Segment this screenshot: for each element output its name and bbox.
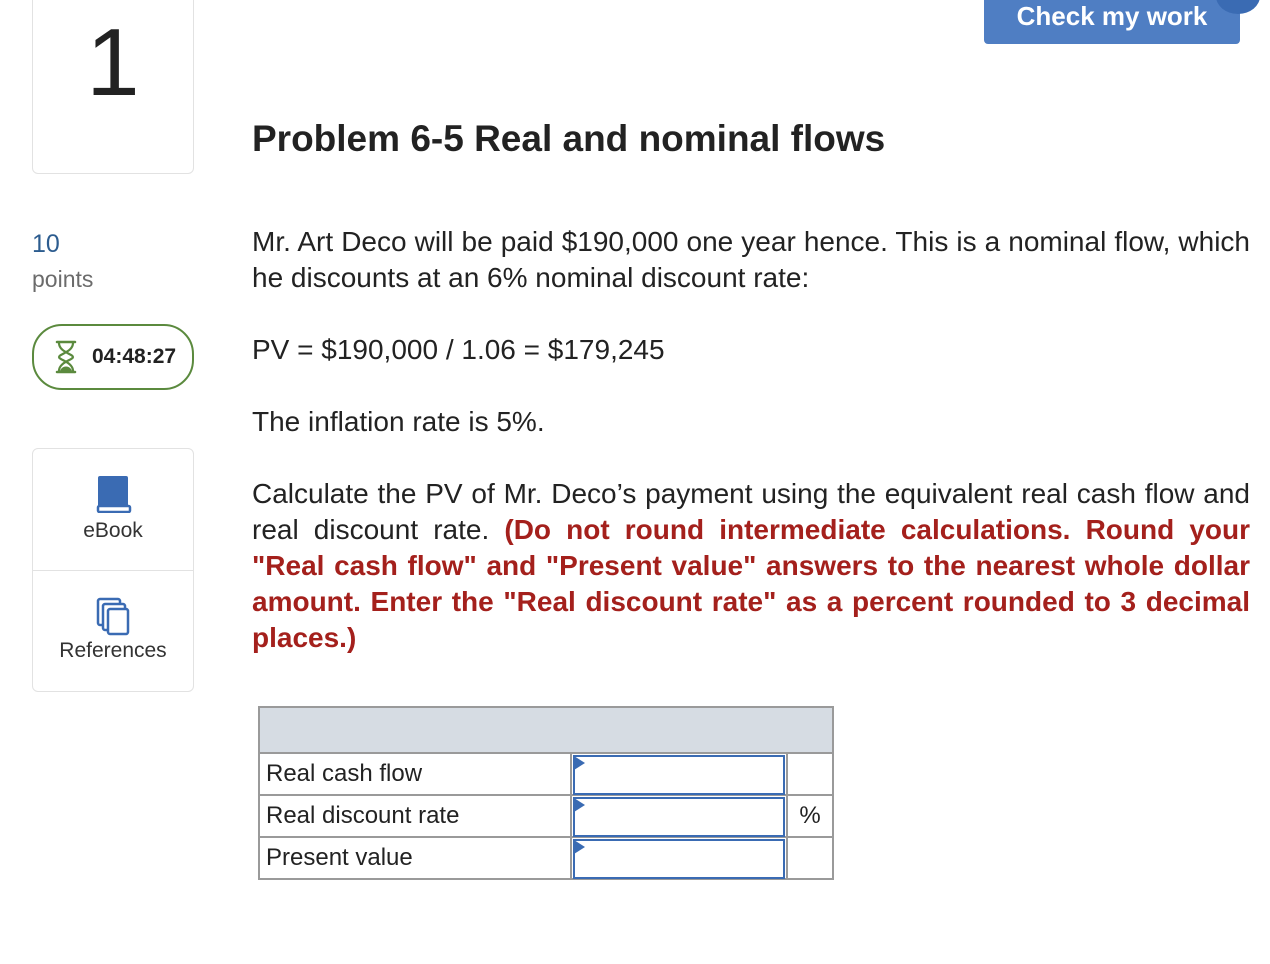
input-flag-icon: [574, 798, 585, 812]
points-value: 10: [32, 230, 60, 258]
row-unit: [786, 836, 834, 880]
answer-row-real-cash-flow: Real cash flow: [258, 752, 834, 796]
problem-pv-formula: PV = $190,000 / 1.06 = $179,245: [252, 334, 665, 365]
row-label: Present value: [258, 836, 572, 880]
references-icon: [96, 597, 130, 636]
points-label: points: [32, 266, 94, 292]
hourglass-icon: [55, 340, 77, 374]
question-number-box: 1: [32, 0, 194, 174]
row-unit: %: [786, 794, 834, 838]
present-value-input[interactable]: [573, 839, 785, 879]
page: 1 10 points 04:48:27 eBook References Ch…: [0, 0, 1270, 964]
real-cash-flow-input[interactable]: [573, 755, 785, 795]
answer-row-real-discount-rate: Real discount rate %: [258, 794, 834, 838]
check-my-work-label: Check my work: [1016, 1, 1208, 31]
real-discount-rate-input[interactable]: [573, 797, 785, 837]
problem-inflation: The inflation rate is 5%.: [252, 406, 545, 437]
ebook-label: eBook: [83, 519, 143, 542]
references-button[interactable]: References: [33, 571, 193, 692]
problem-title: Problem 6-5 Real and nominal flows: [252, 118, 886, 159]
question-number: 1: [86, 9, 140, 116]
answer-row-present-value: Present value: [258, 836, 834, 880]
answer-table-header: [258, 706, 834, 754]
timer[interactable]: 04:48:27: [32, 324, 194, 390]
answer-table: Real cash flow Real discount rate % Pres…: [258, 706, 834, 880]
ebook-button[interactable]: eBook: [33, 449, 193, 571]
input-flag-icon: [574, 756, 585, 770]
row-label: Real cash flow: [258, 752, 572, 796]
row-label: Real discount rate: [258, 794, 572, 838]
row-unit: [786, 752, 834, 796]
tools-panel: eBook References: [32, 448, 194, 692]
problem-paragraph-1: Mr. Art Deco will be paid $190,000 one y…: [252, 226, 1250, 293]
timer-value: 04:48:27: [92, 345, 177, 368]
check-my-work-button[interactable]: Check my work: [984, 0, 1240, 44]
references-label: References: [59, 639, 167, 662]
problem-task: Calculate the PV of Mr. Deco’s payment u…: [252, 476, 1250, 656]
input-flag-icon: [574, 840, 585, 854]
ebook-icon: [96, 476, 132, 513]
